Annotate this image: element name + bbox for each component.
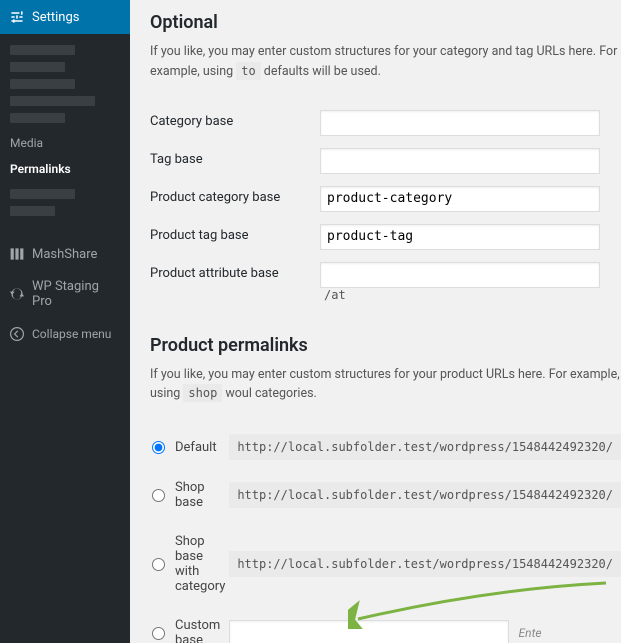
tag-base-input[interactable] (320, 148, 600, 174)
submenu-item-blurred[interactable] (10, 113, 65, 123)
radio-shop-base[interactable] (152, 489, 165, 502)
mashshare-icon (8, 245, 26, 263)
admin-sidebar: Settings Media Permalinks MashShare (0, 0, 130, 643)
sidebar-item-mashshare[interactable]: MashShare (0, 237, 130, 271)
optional-form-table: Category base Tag base Product category … (150, 104, 621, 309)
product-category-base-input[interactable] (320, 186, 600, 212)
field-label: Category base (150, 104, 320, 142)
section-title-product-permalinks: Product permalinks (150, 335, 621, 356)
radio-shop-base-category[interactable] (152, 558, 165, 571)
section-desc-product-permalinks: If you like, you may enter custom struct… (150, 366, 621, 405)
product-tag-base-input[interactable] (320, 224, 600, 250)
url-preview: http://local.subfolder.test/wordpress/15… (229, 434, 621, 460)
field-label: Product category base (150, 180, 320, 218)
main-content: Optional If you like, you may enter cust… (130, 0, 621, 643)
url-preview: http://local.subfolder.test/wordpress/15… (229, 551, 621, 577)
sidebar-item-label: WP Staging Pro (32, 279, 122, 309)
option-label: Shop base with category (175, 534, 229, 594)
field-label: Product tag base (150, 218, 320, 256)
custom-placeholder-suffix: Ente (519, 626, 542, 640)
radio-default[interactable] (152, 441, 165, 454)
submenu-item-blurred[interactable] (10, 206, 55, 216)
collapse-label: Collapse menu (32, 327, 111, 341)
submenu-item-blurred[interactable] (10, 79, 75, 89)
collapse-icon (8, 325, 26, 343)
permalink-option-default[interactable]: Default (150, 440, 229, 455)
option-label: Default (175, 440, 217, 455)
url-preview: http://local.subfolder.test/wordpress/15… (229, 482, 621, 508)
sidebar-item-label: Settings (32, 10, 79, 25)
section-title-optional: Optional (150, 12, 621, 33)
submenu-item-blurred[interactable] (10, 189, 75, 199)
custom-base-input[interactable] (229, 620, 509, 643)
option-label: Custom base (175, 618, 229, 643)
option-label: Shop base (175, 480, 229, 510)
sidebar-item-wpstaging[interactable]: WP Staging Pro (0, 271, 130, 317)
submenu: Media Permalinks (0, 34, 130, 231)
submenu-item-media[interactable]: Media (0, 130, 130, 156)
field-suffix: /at (324, 288, 346, 302)
field-label: Product attribute base (150, 256, 320, 309)
collapse-menu[interactable]: Collapse menu (0, 317, 130, 351)
section-desc-optional: If you like, you may enter custom struct… (150, 43, 621, 82)
field-label: Tag base (150, 142, 320, 180)
refresh-icon (8, 285, 26, 303)
sidebar-item-settings[interactable]: Settings (0, 0, 130, 34)
sidebar-item-label: MashShare (32, 247, 97, 262)
submenu-item-blurred[interactable] (10, 45, 75, 55)
permalink-options-table: Default http://local.subfolder.test/word… (150, 426, 621, 643)
radio-custom[interactable] (152, 627, 165, 640)
submenu-item-permalinks[interactable]: Permalinks (0, 156, 130, 182)
submenu-item-blurred[interactable] (10, 96, 95, 106)
permalink-option-shop-base-category[interactable]: Shop base with category (150, 534, 229, 594)
permalink-option-shop-base[interactable]: Shop base (150, 480, 229, 510)
permalink-option-custom[interactable]: Custom base (150, 618, 229, 643)
sliders-icon (8, 8, 26, 26)
category-base-input[interactable] (320, 110, 600, 136)
submenu-item-blurred[interactable] (10, 62, 65, 72)
product-attribute-base-input[interactable] (320, 262, 600, 288)
